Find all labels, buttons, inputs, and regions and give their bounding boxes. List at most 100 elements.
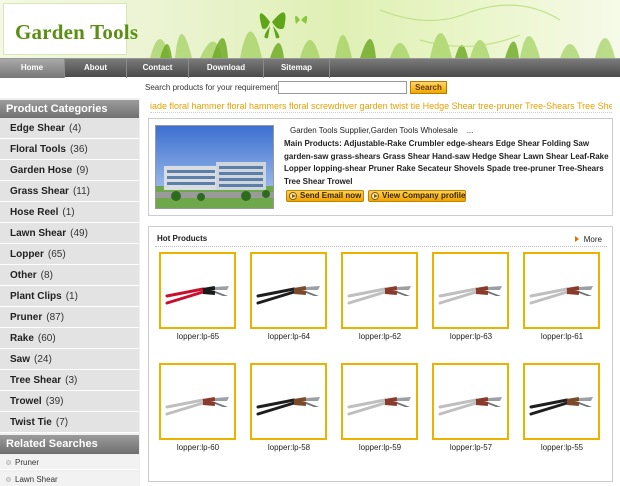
lopper-silver-handle-icon — [529, 286, 593, 305]
product-card[interactable]: lopper:lp-65 — [159, 252, 237, 341]
send-email-button[interactable]: Send Email now — [286, 190, 364, 202]
nav-contact[interactable]: Contact — [127, 59, 189, 78]
category-trowel[interactable]: Trowel (39) — [0, 391, 139, 412]
product-image[interactable] — [159, 363, 236, 440]
more-label[interactable]: More — [584, 235, 602, 244]
product-image[interactable] — [432, 363, 509, 440]
category-rake[interactable]: Rake (60) — [0, 328, 139, 349]
product-card[interactable]: lopper:lp-60 — [159, 363, 237, 452]
category-name[interactable]: Edge Shear — [10, 123, 65, 134]
product-image[interactable] — [250, 252, 327, 329]
company-title[interactable]: Garden Tools Supplier,Garden Tools Whole… — [290, 126, 473, 135]
product-caption[interactable]: lopper:lp-65 — [159, 332, 237, 341]
arrow-right-icon — [574, 236, 579, 242]
category-pruner[interactable]: Pruner (87) — [0, 307, 139, 328]
company-building-photo[interactable] — [155, 125, 274, 209]
lopper-black-handle-icon — [256, 397, 320, 416]
category-lopper[interactable]: Lopper (65) — [0, 244, 139, 265]
keyword-ticker[interactable]: iade floral hammer floral hammers floral… — [150, 99, 612, 113]
view-profile-button[interactable]: View Company profile — [368, 190, 466, 202]
product-caption[interactable]: lopper:lp-64 — [250, 332, 328, 341]
company-title-text[interactable]: Garden Tools Supplier,Garden Tools Whole… — [290, 126, 458, 135]
site-header: Garden Tools — [0, 0, 620, 58]
search-label: Search products for your requirement: — [145, 83, 280, 92]
main-products-text: Main Products: Adjustable-Rake Crumbler … — [284, 139, 609, 186]
category-garden-hose[interactable]: Garden Hose (9) — [0, 160, 139, 181]
main-nav: Home About Contact Download Sitemap — [0, 58, 620, 78]
category-count: (60) — [37, 333, 56, 344]
product-card[interactable]: lopper:lp-61 — [523, 252, 601, 341]
search-button[interactable]: Search — [410, 81, 447, 94]
product-caption[interactable]: lopper:lp-63 — [432, 332, 510, 341]
product-image[interactable] — [523, 252, 600, 329]
product-caption[interactable]: lopper:lp-59 — [341, 443, 419, 452]
category-name[interactable]: Trowel — [10, 396, 42, 407]
category-tree-shear[interactable]: Tree Shear (3) — [0, 370, 139, 391]
category-twist-tie[interactable]: Twist Tie (7) — [0, 412, 139, 433]
lopper-black-handle-icon — [256, 286, 320, 305]
product-card[interactable]: lopper:lp-63 — [432, 252, 510, 341]
product-caption[interactable]: lopper:lp-57 — [432, 443, 510, 452]
nav-home[interactable]: Home — [0, 59, 65, 78]
product-categories-heading: Product Categories — [0, 100, 139, 119]
product-caption[interactable]: lopper:lp-62 — [341, 332, 419, 341]
category-name[interactable]: Garden Hose — [10, 165, 72, 176]
category-name[interactable]: Floral Tools — [10, 144, 66, 155]
category-name[interactable]: Lopper — [10, 249, 44, 260]
category-hose-reel[interactable]: Hose Reel (1) — [0, 202, 139, 223]
more-link[interactable]: More — [574, 235, 602, 244]
product-caption[interactable]: lopper:lp-60 — [159, 443, 237, 452]
category-count: (4) — [69, 123, 82, 134]
category-name[interactable]: Hose Reel — [10, 207, 58, 218]
category-floral-tools[interactable]: Floral Tools (36) — [0, 139, 139, 160]
related-search-label[interactable]: Pruner — [15, 458, 39, 467]
product-caption[interactable]: lopper:lp-61 — [523, 332, 601, 341]
category-name[interactable]: Rake — [10, 333, 34, 344]
category-plant-clips[interactable]: Plant Clips (1) — [0, 286, 139, 307]
site-logo[interactable]: Garden Tools — [15, 20, 138, 45]
hot-products-panel: Hot Products More lopper:lp-65 lopper:lp-… — [148, 226, 613, 482]
nav-sitemap[interactable]: Sitemap — [264, 59, 330, 78]
category-name[interactable]: Twist Tie — [10, 417, 52, 428]
butterfly-icon — [259, 12, 286, 39]
category-name[interactable]: Pruner — [10, 312, 42, 323]
lopper-red-handle-icon — [165, 286, 229, 305]
category-lawn-shear[interactable]: Lawn Shear (49) — [0, 223, 139, 244]
category-edge-shear[interactable]: Edge Shear (4) — [0, 118, 139, 139]
category-name[interactable]: Grass Shear — [10, 186, 69, 197]
related-search-lawn-shear[interactable]: Lawn Shear — [0, 472, 139, 486]
product-card[interactable]: lopper:lp-62 — [341, 252, 419, 341]
product-image[interactable] — [341, 252, 418, 329]
product-caption[interactable]: lopper:lp-55 — [523, 443, 601, 452]
category-saw[interactable]: Saw (24) — [0, 349, 139, 370]
related-searches-heading: Related Searches — [0, 435, 139, 454]
search-input[interactable] — [278, 81, 407, 94]
category-count: (3) — [65, 375, 78, 386]
product-caption[interactable]: lopper:lp-58 — [250, 443, 328, 452]
related-search-pruner[interactable]: Pruner — [0, 455, 139, 470]
product-image[interactable] — [250, 363, 327, 440]
category-other[interactable]: Other (8) — [0, 265, 139, 286]
product-card[interactable]: lopper:lp-64 — [250, 252, 328, 341]
category-grass-shear[interactable]: Grass Shear (11) — [0, 181, 139, 202]
arrow-circle-icon — [371, 192, 379, 200]
category-name[interactable]: Plant Clips — [10, 291, 62, 302]
nav-download[interactable]: Download — [189, 59, 264, 78]
company-info-box: Garden Tools Supplier,Garden Tools Whole… — [148, 118, 613, 216]
category-name[interactable]: Saw — [10, 354, 30, 365]
view-profile-label: View Company profile — [382, 191, 466, 200]
product-card[interactable]: lopper:lp-57 — [432, 363, 510, 452]
product-image[interactable] — [432, 252, 509, 329]
logo-box[interactable]: Garden Tools — [3, 3, 138, 55]
related-search-label[interactable]: Lawn Shear — [15, 475, 58, 484]
product-image[interactable] — [341, 363, 418, 440]
product-card[interactable]: lopper:lp-55 — [523, 363, 601, 452]
product-card[interactable]: lopper:lp-58 — [250, 363, 328, 452]
product-image[interactable] — [159, 252, 236, 329]
category-name[interactable]: Other — [10, 270, 37, 281]
nav-about[interactable]: About — [65, 59, 127, 78]
category-name[interactable]: Tree Shear — [10, 375, 61, 386]
product-card[interactable]: lopper:lp-59 — [341, 363, 419, 452]
product-image[interactable] — [523, 363, 600, 440]
category-name[interactable]: Lawn Shear — [10, 228, 66, 239]
